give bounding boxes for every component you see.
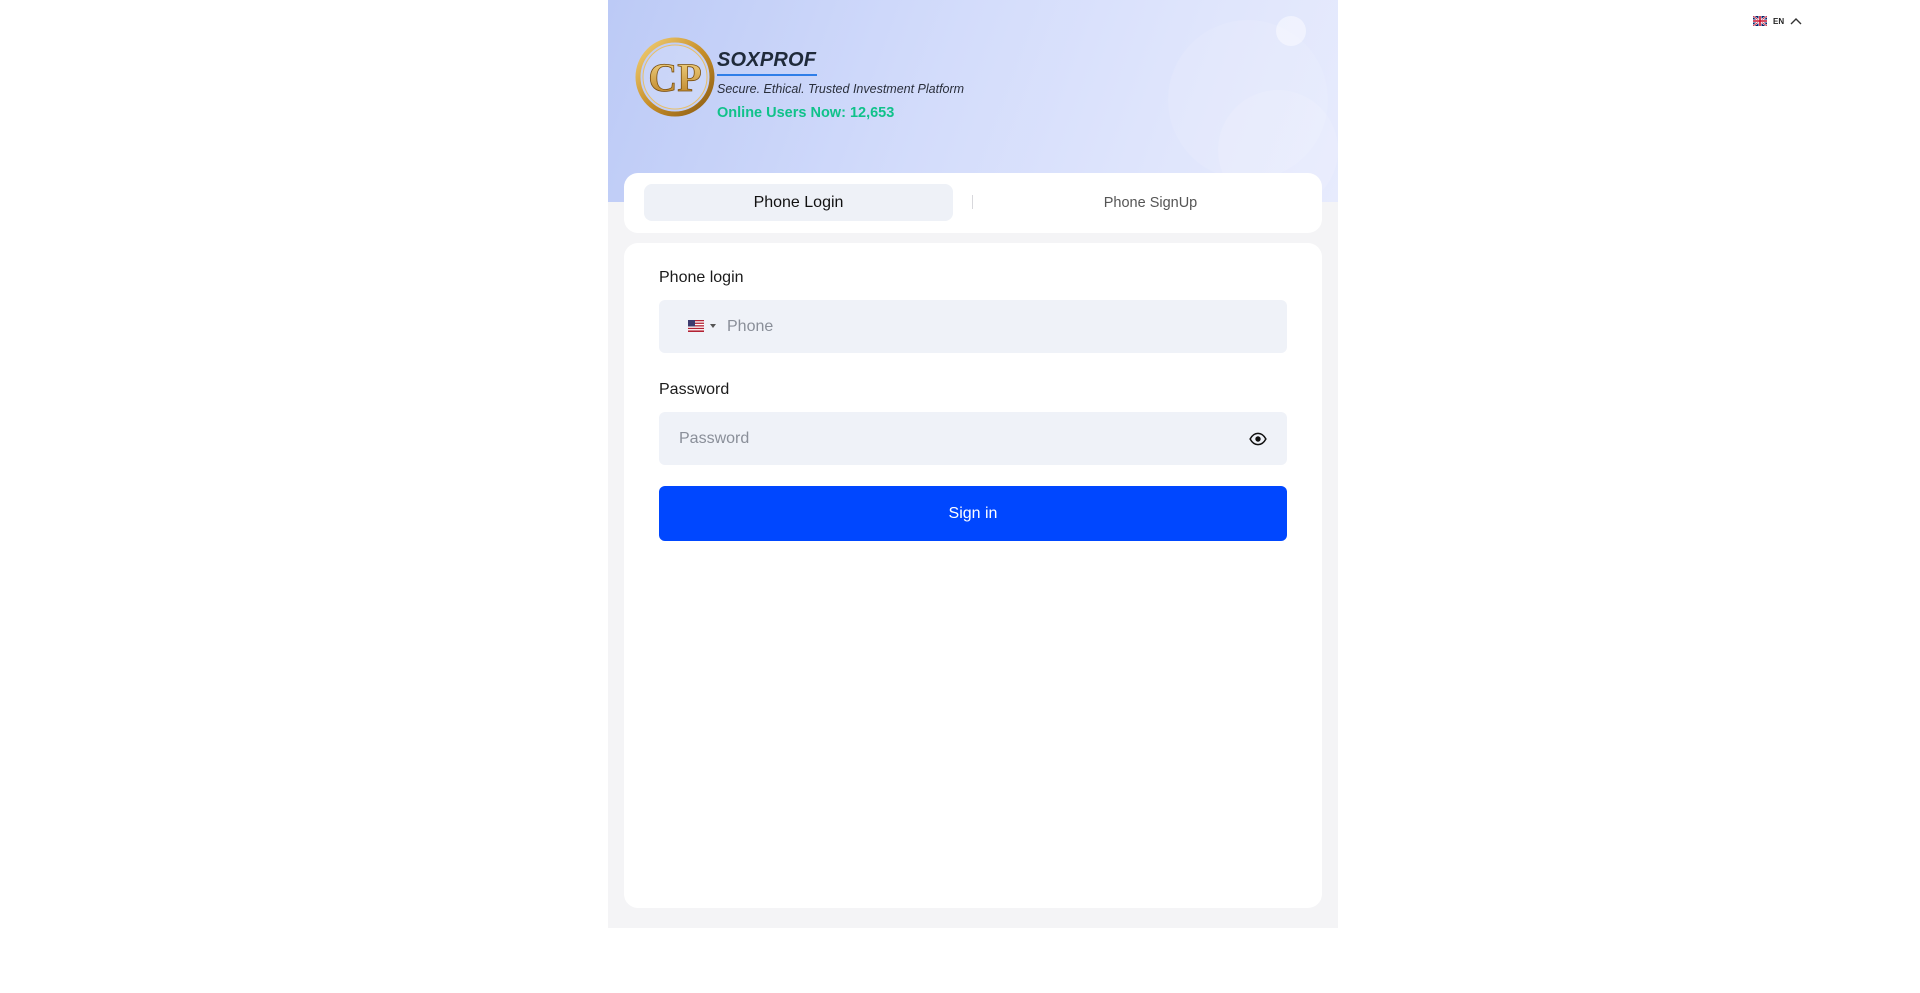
login-form: Phone login Password	[624, 243, 1322, 908]
online-users-count: Online Users Now: 12,653	[717, 105, 895, 121]
password-input[interactable]	[679, 412, 1239, 465]
brand-tagline: Secure. Ethical. Trusted Investment Plat…	[717, 82, 965, 96]
chevron-up-icon	[1790, 18, 1802, 25]
language-switcher[interactable]: EN	[1753, 16, 1802, 26]
password-label: Password	[659, 381, 730, 398]
language-code: EN	[1773, 16, 1785, 26]
phone-label: Phone login	[659, 269, 744, 286]
tab-phone-signup[interactable]: Phone SignUp	[989, 184, 1312, 221]
password-field	[659, 412, 1287, 465]
login-app: CP SOXPROF Secure. Ethical. Trusted Inve…	[608, 0, 1338, 928]
tab-divider	[972, 195, 973, 209]
sign-in-button[interactable]: Sign in	[659, 486, 1287, 541]
brand-underline	[717, 74, 817, 76]
phone-field	[659, 300, 1287, 353]
us-flag-icon	[688, 320, 704, 332]
decor-bubble	[1276, 16, 1306, 46]
svg-text:CP: CP	[648, 55, 701, 100]
uk-flag-icon	[1753, 16, 1767, 26]
auth-tabs: Phone Login Phone SignUp	[624, 173, 1322, 233]
eye-icon[interactable]	[1249, 430, 1267, 448]
hero-header: CP SOXPROF Secure. Ethical. Trusted Inve…	[608, 0, 1338, 202]
phone-input[interactable]	[727, 300, 1267, 353]
brand-logo: CP	[635, 37, 715, 117]
tab-phone-login[interactable]: Phone Login	[644, 184, 953, 221]
caret-down-icon	[710, 324, 716, 328]
country-code-select[interactable]	[688, 320, 716, 332]
brand-name: SOXPROF	[717, 49, 817, 71]
